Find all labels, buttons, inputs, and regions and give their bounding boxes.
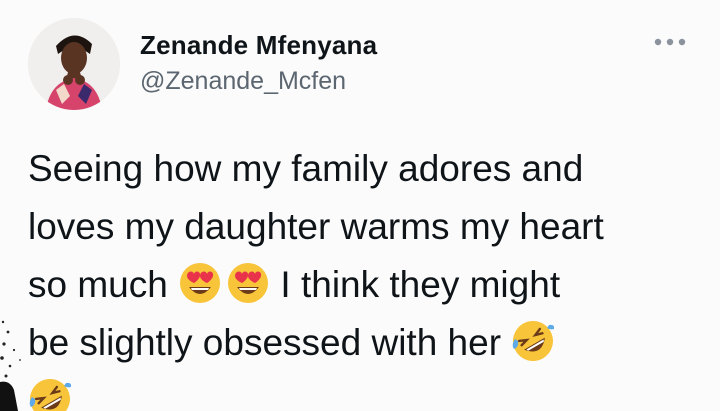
tweet-line: be slightly obsessed with her <box>28 314 708 372</box>
display-name[interactable]: Zenande Mfenyana <box>140 30 377 61</box>
rolling-laughing-emoji-icon <box>511 319 555 363</box>
tweet-line-text: be slightly obsessed with her <box>28 322 502 363</box>
tweet-card: Zenande Mfenyana @Zenande_Mcfen Seeing h… <box>0 0 720 411</box>
heart-eyes-emoji-icon <box>226 261 270 305</box>
tweet-line-text: so much <box>28 264 168 305</box>
tweet-line-text: I think they might <box>280 264 561 305</box>
tweet-line: so much I think they might <box>28 256 708 314</box>
tweet-text: Seeing how my family adores and loves my… <box>28 140 708 411</box>
user-handle[interactable]: @Zenande_Mcfen <box>140 67 346 96</box>
tweet-line: Seeing how my family adores and <box>28 148 584 189</box>
tweet-line: loves my daughter warms my heart <box>28 206 604 247</box>
tweet-line <box>28 372 708 411</box>
avatar[interactable] <box>28 18 120 110</box>
edge-speckle-decoration <box>0 320 21 411</box>
heart-eyes-emoji-icon <box>178 261 222 305</box>
more-horizontal-icon[interactable] <box>652 32 688 52</box>
